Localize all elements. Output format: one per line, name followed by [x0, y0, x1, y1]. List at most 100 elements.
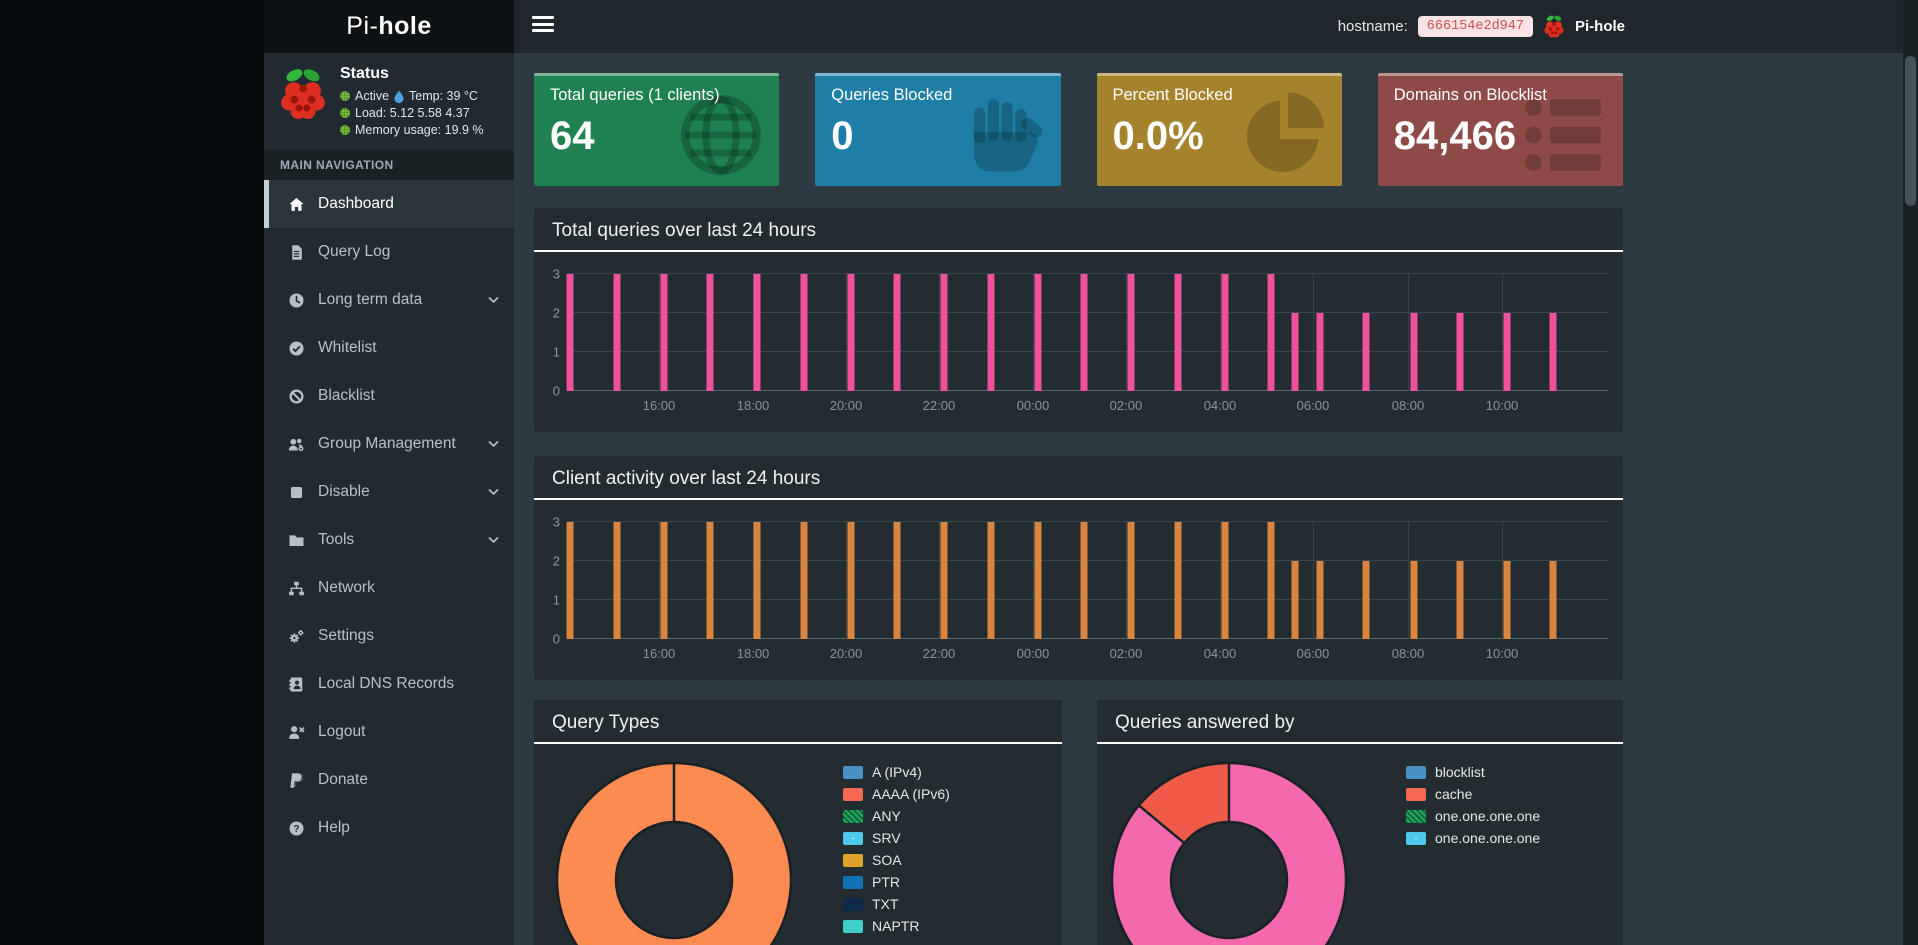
- bar[interactable]: [987, 522, 995, 639]
- legend-label: A (IPv4): [872, 764, 922, 780]
- bar[interactable]: [660, 274, 668, 391]
- y-tick: 0: [552, 383, 560, 399]
- card-domains-on-blocklist[interactable]: Domains on Blocklist 84,466: [1377, 73, 1623, 186]
- sidebar-item-group-management[interactable]: Group Management: [264, 420, 514, 468]
- sidebar-item-network[interactable]: Network: [264, 564, 514, 612]
- sidebar-item-logout[interactable]: Logout: [264, 708, 514, 756]
- legend-item-any[interactable]: ANY: [843, 805, 950, 827]
- legend-label: TXT: [872, 896, 899, 912]
- bar[interactable]: [1267, 522, 1275, 639]
- query-types-legend: A (IPv4) AAAA (IPv6) ANY SRV SOA PTR TXT NAPTR: [843, 761, 950, 937]
- bar[interactable]: [1362, 313, 1370, 391]
- bar[interactable]: [1456, 313, 1464, 391]
- bar[interactable]: [1291, 313, 1299, 391]
- bar[interactable]: [1291, 561, 1299, 639]
- legend-item-aaaa-ipv6[interactable]: AAAA (IPv6): [843, 783, 950, 805]
- address-book-icon: [288, 676, 305, 693]
- bar[interactable]: [940, 274, 948, 391]
- bar[interactable]: [1221, 274, 1229, 391]
- x-tick: 22:00: [922, 646, 956, 661]
- bar[interactable]: [893, 522, 901, 639]
- card-queries-blocked[interactable]: Queries Blocked 0: [815, 73, 1061, 186]
- bar[interactable]: [1174, 274, 1182, 391]
- card-value: 84,466: [1393, 114, 1517, 158]
- bar[interactable]: [1221, 522, 1229, 639]
- legend-item-cache[interactable]: cache: [1406, 783, 1540, 805]
- sidebar-item-dashboard[interactable]: Dashboard: [264, 180, 514, 228]
- bar[interactable]: [1316, 561, 1324, 639]
- bar[interactable]: [1080, 274, 1088, 391]
- bar[interactable]: [1080, 522, 1088, 639]
- bar[interactable]: [613, 274, 621, 391]
- bar[interactable]: [1127, 274, 1135, 391]
- bar[interactable]: [847, 274, 855, 391]
- home-icon: [288, 196, 305, 213]
- x-tick: 18:00: [736, 646, 770, 661]
- bar[interactable]: [847, 522, 855, 639]
- legend-item-blocklist[interactable]: blocklist: [1406, 761, 1540, 783]
- chevron-down-icon: [488, 536, 499, 544]
- sidebar-item-whitelist[interactable]: Whitelist: [264, 324, 514, 372]
- x-tick: 00:00: [1016, 646, 1050, 661]
- sidebar-item-label: Network: [318, 579, 375, 596]
- bar[interactable]: [1410, 313, 1418, 391]
- sidebar-item-settings[interactable]: Settings: [264, 612, 514, 660]
- client-activity-chart[interactable]: 0 1 2 3 16:00 18:00 20:00 22:00 00:00 02:00 04:00 0…: [553, 515, 1608, 661]
- scrollbar-thumb[interactable]: [1905, 56, 1916, 206]
- sidebar-item-query-log[interactable]: Query Log: [264, 228, 514, 276]
- bar[interactable]: [660, 522, 668, 639]
- bar[interactable]: [1034, 522, 1042, 639]
- menu-toggle-icon[interactable]: [532, 16, 554, 36]
- legend-item-txt[interactable]: TXT: [843, 893, 950, 915]
- bar[interactable]: [1503, 561, 1511, 639]
- answered-by-panel: Queries answered by blocklist cache one.on…: [1097, 700, 1623, 945]
- sidebar-item-tools[interactable]: Tools: [264, 516, 514, 564]
- sidebar-item-label: Disable: [318, 483, 370, 500]
- sidebar-item-blacklist[interactable]: Blacklist: [264, 372, 514, 420]
- bar[interactable]: [987, 274, 995, 391]
- bar[interactable]: [753, 522, 761, 639]
- bar[interactable]: [753, 274, 761, 391]
- legend-item-one-one-one-one[interactable]: one.one.one.one: [1406, 805, 1540, 827]
- bar[interactable]: [893, 274, 901, 391]
- sidebar-item-donate[interactable]: Donate: [264, 756, 514, 804]
- bar[interactable]: [1267, 274, 1275, 391]
- legend-item-a-ipv4[interactable]: A (IPv4): [843, 761, 950, 783]
- bar[interactable]: [1127, 522, 1135, 639]
- legend-item-ptr[interactable]: PTR: [843, 871, 950, 893]
- bar[interactable]: [1034, 274, 1042, 391]
- bar[interactable]: [1410, 561, 1418, 639]
- bar[interactable]: [706, 522, 714, 639]
- sidebar-item-long-term-data[interactable]: Long term data: [264, 276, 514, 324]
- bar[interactable]: [1549, 313, 1557, 391]
- scrollbar[interactable]: [1903, 0, 1918, 945]
- bar[interactable]: [800, 274, 808, 391]
- bar[interactable]: [1549, 561, 1557, 639]
- bar[interactable]: [1362, 561, 1370, 639]
- bar[interactable]: [1174, 522, 1182, 639]
- sidebar-item-disable[interactable]: Disable: [264, 468, 514, 516]
- legend-item-srv[interactable]: SRV: [843, 827, 950, 849]
- bar[interactable]: [706, 274, 714, 391]
- bar[interactable]: [566, 274, 574, 391]
- bar[interactable]: [940, 522, 948, 639]
- bar[interactable]: [1456, 561, 1464, 639]
- legend-item-one-one-one-one[interactable]: one.one.one.one: [1406, 827, 1540, 849]
- main-area: hostname: 666154e2d947 Pi-hole Total que…: [514, 0, 1918, 945]
- bar[interactable]: [566, 522, 574, 639]
- bar[interactable]: [1316, 313, 1324, 391]
- bar[interactable]: [613, 522, 621, 639]
- legend-item-soa[interactable]: SOA: [843, 849, 950, 871]
- legend-swatch: [1406, 809, 1426, 823]
- status-active: Active: [355, 89, 390, 103]
- card-total-queries-1-clients[interactable]: Total queries (1 clients) 64: [534, 73, 780, 186]
- total-queries-chart[interactable]: 0 1 2 3 16:00 18:00 20:00 22:00 00:00 02:00 04:00 0…: [553, 267, 1608, 413]
- legend-item-naptr[interactable]: NAPTR: [843, 915, 950, 937]
- sidebar-item-local-dns-records[interactable]: Local DNS Records: [264, 660, 514, 708]
- bar[interactable]: [800, 522, 808, 639]
- sidebar-item-help[interactable]: ? Help: [264, 804, 514, 852]
- legend-swatch: [843, 787, 863, 801]
- legend-label: one.one.one.one: [1435, 830, 1541, 846]
- bar[interactable]: [1503, 313, 1511, 391]
- card-percent-blocked[interactable]: Percent Blocked 0.0%: [1096, 73, 1342, 186]
